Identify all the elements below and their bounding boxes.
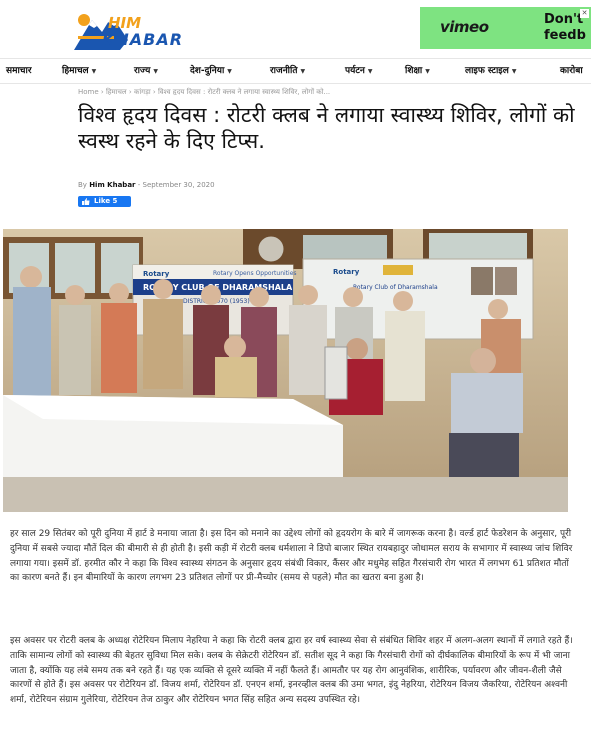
chevron-down-icon: ▼ <box>425 68 430 75</box>
nav-item-politics[interactable]: राजनीति ▼ <box>270 63 305 76</box>
logo-text-bottom: KHABAR <box>102 30 184 49</box>
chevron-down-icon: ▼ <box>153 68 159 75</box>
nav-item-news[interactable]: समाचार <box>6 63 32 76</box>
thumbs-up-icon <box>82 198 90 205</box>
ad-text-line2: feedb <box>544 28 586 43</box>
article-title: विश्व हृदय दिवस : रोटरी क्लब ने लगाया स्… <box>78 103 575 153</box>
chevron-down-icon: ▼ <box>227 68 232 75</box>
article-meta: By Him Khabar - September 30, 2020 <box>78 181 215 189</box>
ad-close-icon[interactable]: ✕ <box>580 9 589 18</box>
advertisement-banner[interactable]: vimeo Don't feedb ✕ <box>420 7 591 49</box>
chevron-down-icon: ▼ <box>91 68 97 75</box>
svg-text:Rotary: Rotary <box>333 268 360 276</box>
ad-text-line1: Don't <box>544 12 584 27</box>
nav-item-himachal[interactable]: हिमाचल ▼ <box>62 63 96 76</box>
ad-brand: vimeo <box>440 18 489 36</box>
breadcrumb-current: विश्व हृदय दिवस : रोटरी क्लब ने लगाया स्… <box>157 88 331 96</box>
nav-item-states[interactable]: राज्य ▼ <box>134 63 158 76</box>
nav-item-world[interactable]: देश-दुनिया ▼ <box>190 63 232 76</box>
article-paragraph-2: इस अवसर पर रोटरी क्लब के अध्यक्ष रोटेरिय… <box>10 636 573 706</box>
breadcrumb-kangra[interactable]: कांगड़ा <box>134 88 151 96</box>
chevron-down-icon: ▼ <box>367 68 373 75</box>
site-header: HIM KHABAR vimeo Don't feedb ✕ <box>0 0 591 58</box>
nav-item-lifestyle[interactable]: लाइफ स्टाइल ▼ <box>465 63 516 76</box>
event-photo-illustration: Rotary Rotary Opens Opportunities ROTARY… <box>3 229 568 512</box>
svg-text:Rotary Opens Opportunities: Rotary Opens Opportunities <box>213 270 297 277</box>
article-photo: Rotary Rotary Opens Opportunities ROTARY… <box>3 229 568 512</box>
svg-text:Rotary: Rotary <box>143 270 170 278</box>
author-link[interactable]: Him Khabar <box>89 181 135 189</box>
nav-item-education[interactable]: शिक्षा ▼ <box>405 63 430 76</box>
publish-date: September 30, 2020 <box>142 181 215 189</box>
article-paragraph-1: हर साल 29 सितंबर को पूरी दुनिया में हार्… <box>10 529 573 584</box>
breadcrumb: Home › हिमाचल › कांगड़ा › विश्व हृदय दिव… <box>78 88 331 96</box>
breadcrumb-himachal[interactable]: हिमाचल <box>106 88 127 96</box>
chevron-down-icon: ▼ <box>300 68 306 75</box>
facebook-like-button[interactable]: Like 5 <box>78 196 131 207</box>
site-logo[interactable]: HIM KHABAR <box>72 6 182 52</box>
main-nav: समाचार हिमाचल ▼ राज्य ▼ देश-दुनिया ▼ राजनीत… <box>0 58 591 84</box>
nav-item-tourism[interactable]: पर्यटन ▼ <box>345 63 373 76</box>
breadcrumb-home[interactable]: Home <box>78 88 99 96</box>
nav-item-business[interactable]: कारोबा <box>560 63 583 76</box>
svg-text:Rotary Club of Dharamshala: Rotary Club of Dharamshala <box>353 284 438 291</box>
chevron-down-icon: ▼ <box>511 68 517 75</box>
